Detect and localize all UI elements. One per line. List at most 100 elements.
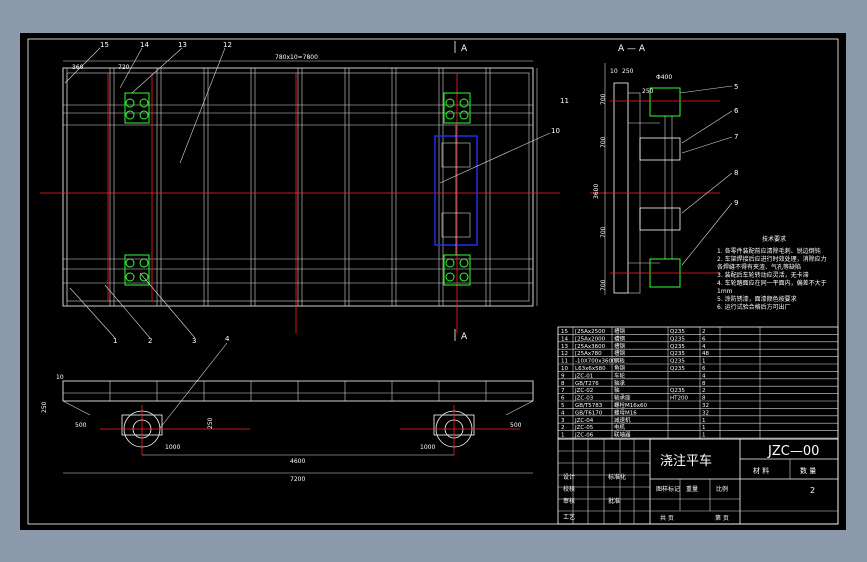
tech-note: 1. 各零件装配前应清除毛刺、锐边倒钝 — [717, 247, 821, 255]
bom-cell: 4 — [561, 410, 565, 416]
section-marker-top: A — [461, 44, 468, 54]
bom-cell: 联轴器 — [614, 431, 631, 439]
bom-cell: 48 — [702, 351, 709, 357]
bom-cell: 轴承 — [614, 379, 626, 387]
bom-cell: 32 — [702, 410, 709, 416]
bom-cell: Q235 — [670, 329, 685, 335]
bom-cell: 32 — [702, 403, 709, 409]
bom-cell: 槽钢 — [614, 342, 626, 350]
bom-cell: 4 — [702, 344, 706, 350]
bom-cell: 2 — [702, 329, 706, 335]
bom-cell: JZC-02 — [574, 388, 593, 394]
callout-8: 8 — [734, 169, 738, 177]
bom-cell: 6 — [561, 396, 565, 402]
callout-5: 5 — [734, 83, 738, 91]
bom-cell: 轴承座 — [614, 394, 631, 402]
bom-cell: Q235 — [670, 336, 685, 342]
bom-cell: 轴 — [614, 386, 620, 394]
callout-11: 11 — [560, 97, 569, 105]
bom-cell: GB/T6170 — [575, 410, 603, 416]
bom-cell: -10X700x3600 — [575, 359, 616, 365]
bom-cell: [25Ax780 — [575, 351, 602, 357]
dim-e-250a: 250 — [207, 417, 214, 429]
bom-cell: 10 — [561, 366, 568, 372]
material-label: 材 料 — [753, 466, 769, 475]
bom-cell: 螺母M16 — [614, 408, 637, 416]
bom-cell: 1 — [702, 359, 706, 365]
bom-cell: 2 — [702, 388, 706, 394]
bom-cell: [25Ax2000 — [575, 336, 606, 342]
tech-note: 各焊缝不得有夹渣、气孔等缺陷 — [717, 263, 801, 271]
dim-e-10: 10 — [56, 374, 64, 381]
callout-12: 12 — [223, 41, 232, 49]
title-block: 浇注平车 JZC—00 材 料 数 量 2 图样标记 重量 比例 共 页 第 页… — [557, 438, 839, 525]
dim-v4: 700 — [600, 279, 607, 291]
dim-left-2: 720 — [118, 64, 130, 71]
bom-cell: 车轮 — [614, 371, 626, 379]
bom-cell: 3 — [561, 418, 565, 424]
dim-e-500b: 500 — [510, 422, 522, 429]
bom-cell: 12 — [561, 351, 568, 357]
bom-cell: 1 — [702, 433, 706, 439]
bom-cell: 1 — [702, 425, 706, 431]
cad-drawing: 780x10=7800 360 720 A A 15 14 13 12 11 1… — [27, 38, 839, 525]
bom-cell: 螺栓M16x60 — [614, 401, 647, 409]
bom-cell: HT200 — [670, 396, 688, 402]
bom-cell: L63x6x580 — [575, 366, 606, 372]
bom-cell: [25Ax3600 — [575, 344, 606, 350]
callout-2: 2 — [148, 337, 152, 345]
bom-cell: 8 — [561, 381, 565, 387]
drawing-code: JZC—00 — [767, 444, 819, 459]
signoff-process: 工艺 — [563, 513, 575, 521]
quantity-value: 2 — [810, 486, 815, 495]
dim-e-1000b: 1000 — [420, 444, 435, 451]
bom-cell: 8 — [702, 381, 706, 387]
bom-cell: Q235 — [670, 366, 685, 372]
dim-top: 780x10=7800 — [275, 54, 318, 61]
bom-cell: 15 — [561, 329, 568, 335]
tech-note: 1mm — [717, 288, 733, 295]
tech-note: 4. 车轮踏面应在同一平面内，偏差不大于 — [717, 279, 827, 287]
plan-view: 780x10=7800 360 720 A A 15 14 13 12 11 1… — [40, 41, 569, 429]
drawing-title: 浇注平车 — [660, 453, 712, 469]
dim-e-7200: 7200 — [290, 476, 305, 483]
sheet-number: 第 页 — [715, 514, 729, 522]
signoff-design: 设计 — [563, 473, 575, 481]
bom-cell: 7 — [561, 388, 565, 394]
sheets-total: 共 页 — [660, 514, 674, 522]
weight-label: 重量 — [686, 485, 698, 493]
bom-cell: [25Ax2500 — [575, 329, 606, 335]
dim-e-250b: 250 — [41, 401, 48, 413]
bom-cell: 5 — [561, 403, 565, 409]
signoff-review: 审核 — [563, 497, 575, 505]
callout-15: 15 — [100, 41, 109, 49]
bom-cell: JZC-05 — [574, 425, 594, 431]
ratio-label: 比例 — [716, 485, 728, 493]
tech-title: 技术要求 — [762, 235, 786, 243]
bom-cell: Q235 — [670, 351, 685, 357]
bom-cell: 14 — [561, 336, 568, 342]
bom-cell: 钢板 — [614, 357, 626, 365]
tech-note: 5. 涂防锈漆，面漆颜色按要求 — [717, 295, 797, 303]
dim-v3: 700 — [600, 226, 607, 238]
dim-10: 10 — [610, 68, 618, 75]
bom-cell: Q235 — [670, 344, 685, 350]
bom-cell: Q235 — [670, 359, 685, 365]
bom-cell: 角钢 — [614, 364, 626, 372]
signoff-check: 校核 — [563, 485, 575, 493]
dim-250: 250 — [622, 68, 634, 75]
callout-3: 3 — [192, 337, 196, 345]
bom-cell: 8 — [702, 396, 706, 402]
section-marker-bottom: A — [461, 332, 468, 342]
signoff-approve: 批准 — [608, 497, 620, 505]
bom-cell: 6 — [702, 366, 706, 372]
callout-1: 1 — [113, 337, 117, 345]
bom-cell: 13 — [561, 344, 568, 350]
bom-cell: 11 — [561, 359, 568, 365]
dim-v1: 700 — [600, 93, 607, 105]
callout-4: 4 — [225, 335, 230, 343]
bom-cell: GB/T5783 — [575, 403, 603, 409]
bom-cell: JZC-01 — [574, 373, 593, 379]
bom-cell: 电机 — [614, 423, 626, 431]
bom-cell: 1 — [702, 418, 706, 424]
